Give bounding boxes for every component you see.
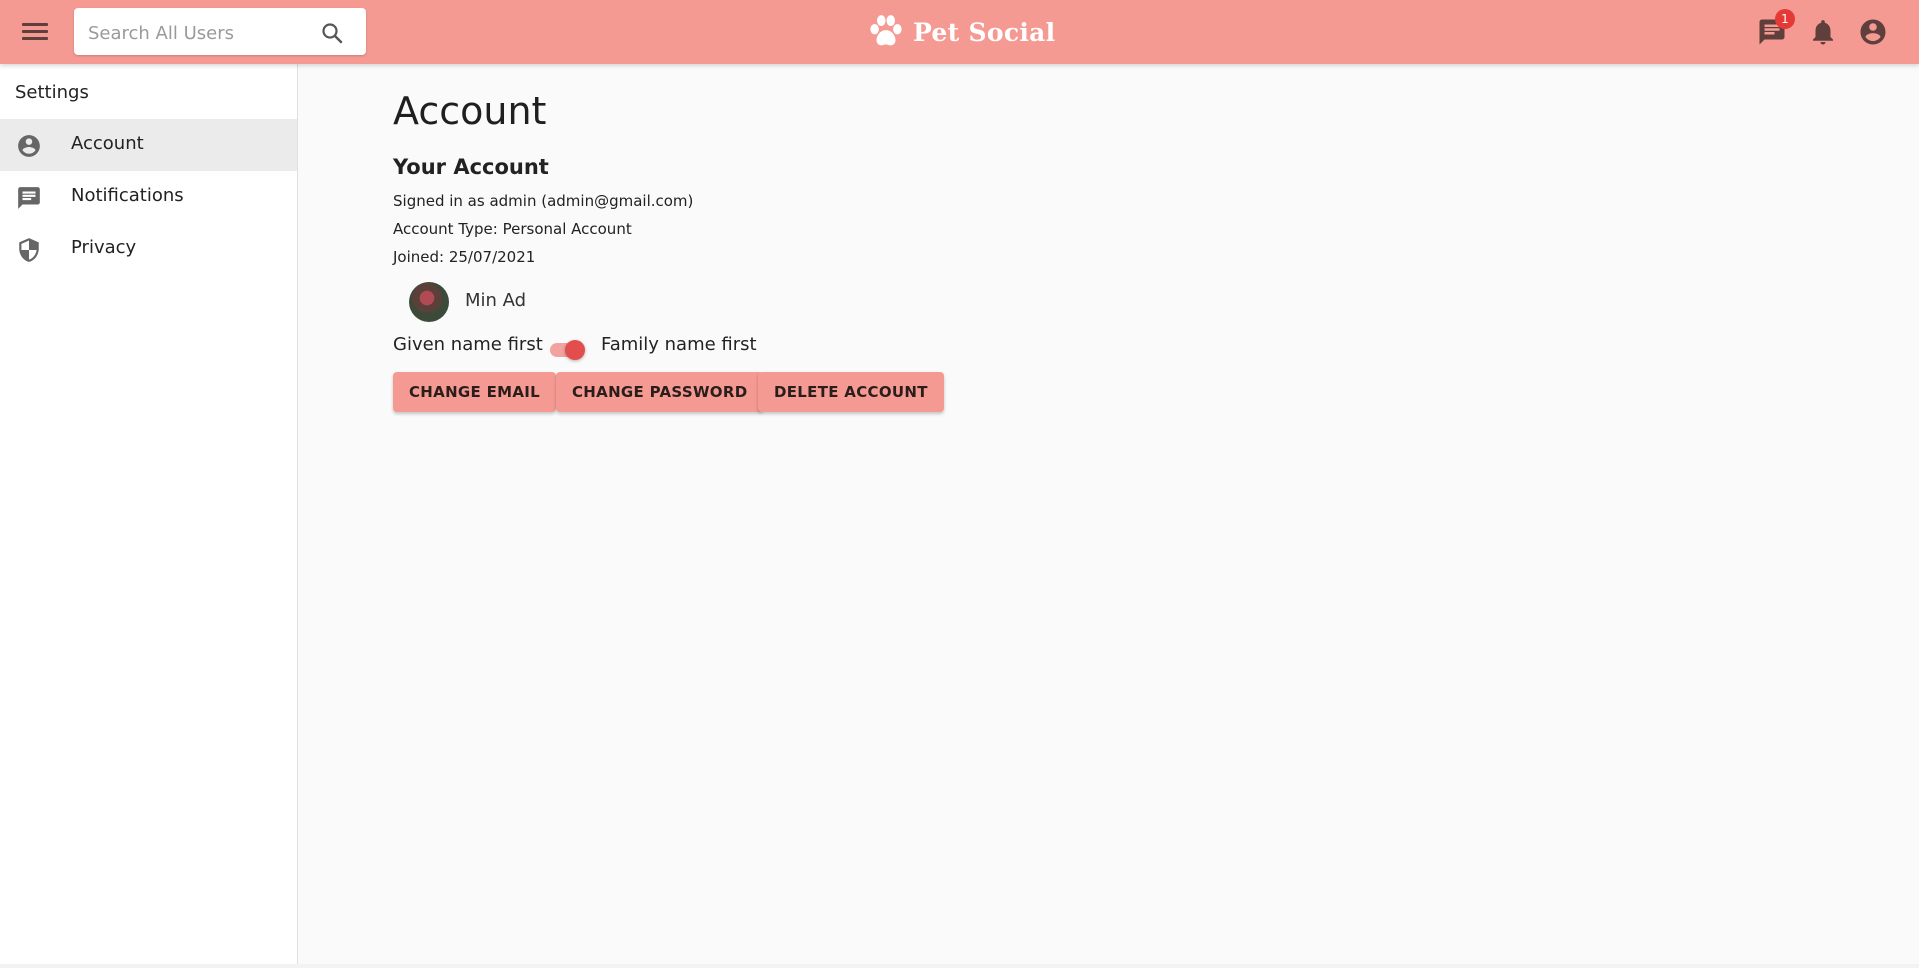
- paw-icon: [870, 15, 902, 46]
- messages-badge: 1: [1775, 9, 1795, 29]
- shield-icon: [19, 238, 39, 262]
- menu-icon[interactable]: [22, 20, 48, 44]
- window-bottom-edge: [0, 964, 1919, 968]
- messages-button[interactable]: 1: [1757, 9, 1795, 47]
- toggle-thumb: [565, 340, 585, 360]
- sidebar-item-label: Account: [71, 133, 144, 154]
- page-title: Account: [393, 89, 547, 133]
- account-circle-icon: [18, 135, 40, 157]
- family-name-first-label: Family name first: [601, 334, 757, 355]
- brand-name: Pet Social: [913, 17, 1056, 47]
- sidebar-item-label: Notifications: [71, 185, 184, 206]
- name-order-toggle[interactable]: [548, 338, 585, 360]
- app-bar: Pet Social 1: [0, 0, 1919, 64]
- notifications-button[interactable]: [1808, 17, 1838, 47]
- account-circle-icon: [1860, 19, 1886, 45]
- brand-logo[interactable]: Pet Social: [867, 12, 1055, 52]
- sidebar-item-account[interactable]: Account: [0, 119, 297, 171]
- sidebar-item-privacy[interactable]: Privacy: [0, 223, 297, 275]
- sidebar-title: Settings: [15, 82, 89, 103]
- account-button[interactable]: [1858, 17, 1888, 47]
- given-name-first-label: Given name first: [393, 334, 543, 355]
- display-name: Min Ad: [465, 290, 527, 311]
- sidebar-item-notifications[interactable]: Notifications: [0, 171, 297, 223]
- settings-sidebar: Settings Account Notifications Privacy: [0, 64, 298, 964]
- search-icon[interactable]: [320, 21, 344, 45]
- delete-account-button[interactable]: DELETE ACCOUNT: [758, 372, 944, 412]
- search-input[interactable]: [86, 20, 320, 46]
- message-icon: [18, 187, 40, 209]
- bell-icon: [1813, 20, 1833, 45]
- signed-in-text: Signed in as admin (admin@gmail.com): [393, 192, 694, 210]
- account-type-text: Account Type: Personal Account: [393, 220, 632, 238]
- avatar: [409, 282, 449, 322]
- change-password-button[interactable]: CHANGE PASSWORD: [556, 372, 764, 412]
- section-title: Your Account: [393, 155, 549, 179]
- joined-date-text: Joined: 25/07/2021: [393, 248, 536, 266]
- change-email-button[interactable]: CHANGE EMAIL: [393, 372, 557, 412]
- name-order-setting: Given name first Family name first: [393, 334, 793, 364]
- sidebar-item-label: Privacy: [71, 237, 137, 258]
- search-box: [74, 8, 366, 55]
